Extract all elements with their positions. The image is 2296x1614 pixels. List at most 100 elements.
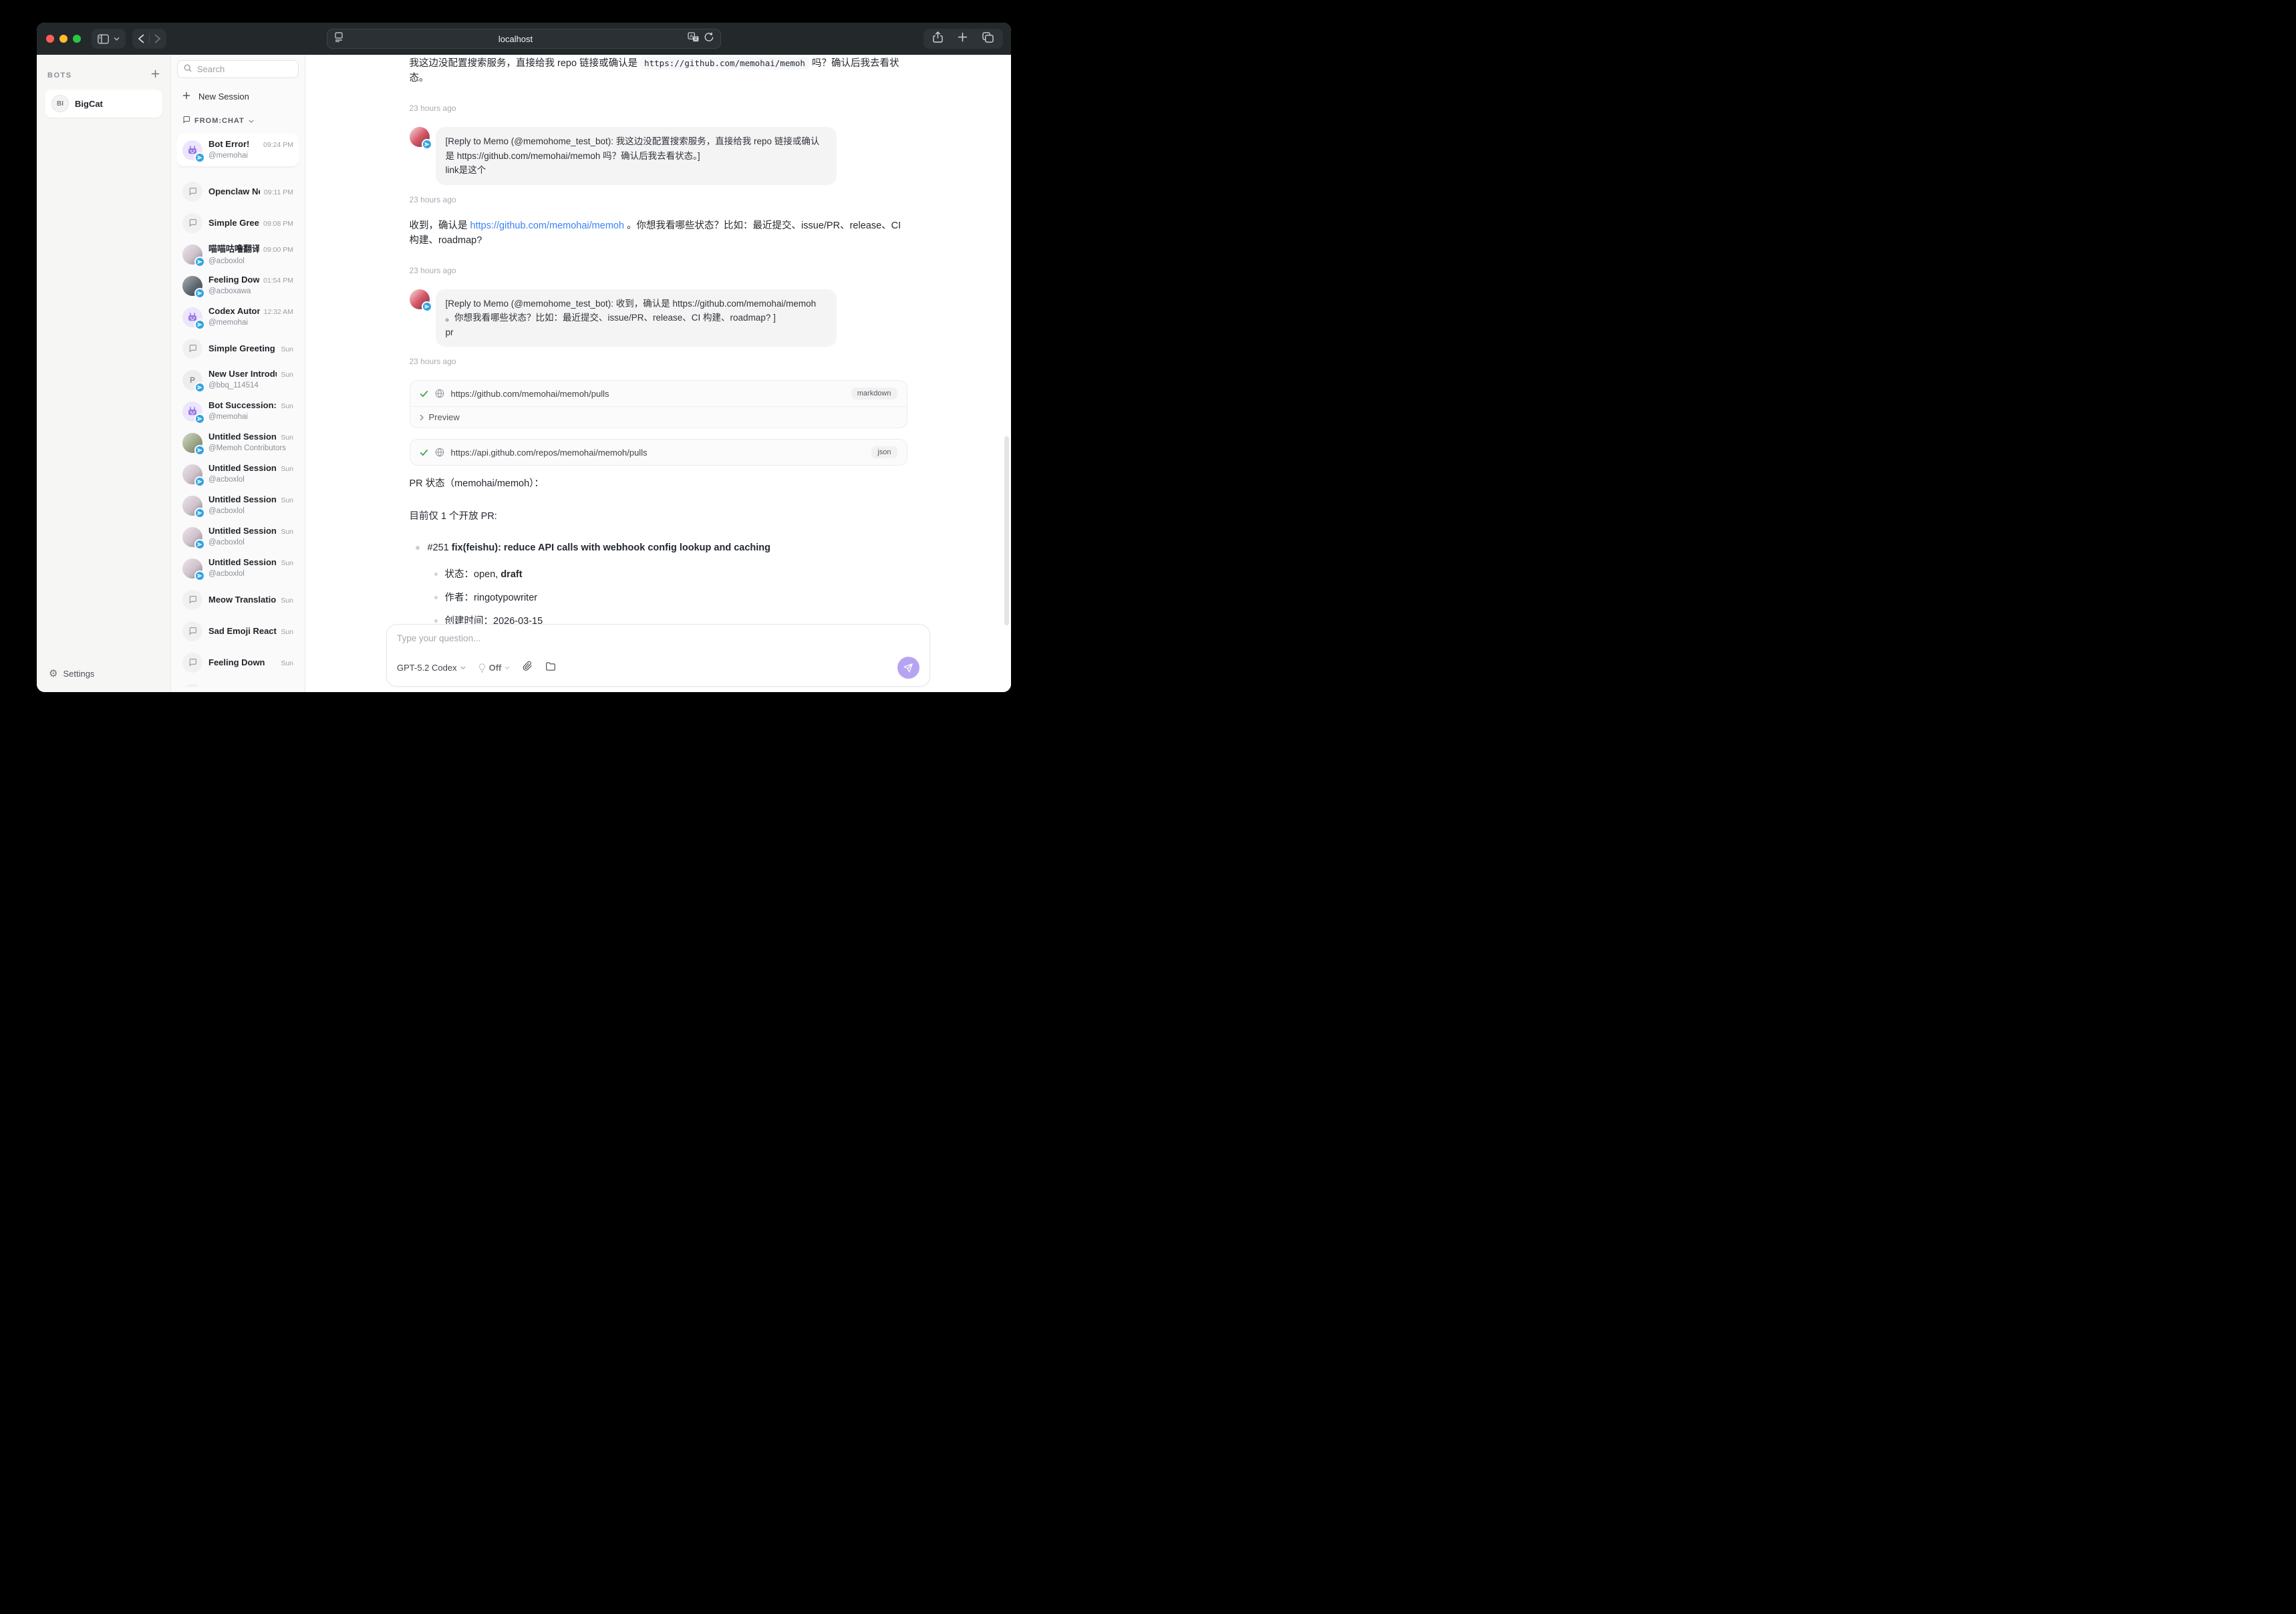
new-session-button[interactable]: New Session (177, 88, 299, 106)
session-list-item[interactable]: Untitled Session Sun @acboxlol (177, 458, 299, 490)
browse-files-button[interactable] (545, 661, 556, 675)
session-time: Sun (281, 559, 293, 567)
new-tab-icon[interactable] (958, 32, 968, 45)
telegram-badge-icon (194, 476, 205, 487)
session-list-item[interactable]: Sad Emoji Reaction Sun (177, 615, 299, 647)
sidebar-item-bigcat[interactable]: BI BigCat (45, 90, 162, 118)
session-list-item[interactable]: Bot Succession: Kitte... Sun @memohai (177, 395, 299, 427)
close-window-button[interactable] (46, 35, 54, 43)
search-icon (184, 63, 192, 75)
chat-bubble-avatar (182, 213, 202, 233)
reader-icon[interactable] (334, 32, 343, 45)
anime-avatar (182, 527, 202, 547)
session-list-item[interactable]: Simple Greeting Sun (177, 678, 299, 687)
session-list-item[interactable]: 喵喵咕噜翻译 09:00 PM @acboxlol (177, 238, 299, 270)
globe-icon (435, 448, 444, 457)
session-list-item[interactable]: P New User Introduction Sun @bbq_114514 (177, 364, 299, 395)
translate-icon[interactable]: A文 (688, 32, 699, 45)
main-scrollbar-thumb[interactable] (1004, 436, 1009, 625)
inline-link[interactable]: https://github.com/memohai/memoh (470, 220, 625, 231)
search-box[interactable] (177, 60, 299, 78)
session-title: Untitled Session (208, 557, 277, 567)
dark-avatar (182, 276, 202, 296)
bullet-icon (434, 573, 438, 576)
bot-avatar (182, 401, 202, 422)
titlebar-right-buttons (923, 29, 1003, 49)
forward-button[interactable] (154, 34, 160, 43)
session-list-item[interactable]: Untitled Session Sun @acboxlol (177, 490, 299, 521)
traffic-lights (46, 35, 81, 43)
thinking-toggle[interactable]: Off (478, 663, 511, 673)
plus-icon (182, 92, 190, 102)
session-title: Untitled Session (208, 526, 277, 536)
model-selector[interactable]: GPT-5.2 Codex (397, 663, 466, 673)
chevron-down-icon (114, 37, 120, 41)
telegram-badge-icon (194, 539, 205, 550)
session-list-item[interactable]: Simple Greeting 09:08 PM (177, 207, 299, 238)
settings-button[interactable]: ⚙ Settings (45, 666, 162, 681)
zoom-window-button[interactable] (73, 35, 81, 43)
chat-bubble-avatar (182, 590, 202, 610)
assistant-message: PR 状态（memohai/memoh）： (410, 476, 907, 491)
chat-bubble-avatar (182, 339, 202, 359)
tool-format-badge: json (871, 446, 897, 458)
session-list-item[interactable]: Codex Automatio... 12:32 AM @memohai (177, 301, 299, 333)
session-title: Bot Succession: Kitte... (208, 400, 277, 410)
chevron-right-icon (420, 414, 424, 421)
filter-label: FROM:CHAT (194, 117, 245, 125)
session-handle: @memohai (208, 413, 248, 421)
back-button[interactable] (138, 34, 144, 43)
session-handle: @acboxlol (208, 257, 245, 265)
session-filter[interactable]: FROM:CHAT (177, 115, 299, 127)
bigcat-avatar: BI (51, 95, 69, 112)
telegram-badge-icon (422, 139, 432, 150)
session-list-item[interactable]: Openclaw News A... 09:11 PM (177, 176, 299, 207)
message-timestamp: 23 hours ago (410, 195, 907, 204)
message-timestamp: 23 hours ago (410, 357, 907, 366)
check-icon (420, 448, 428, 457)
anime-avatar (182, 496, 202, 516)
user-avatar (410, 127, 430, 147)
session-list: Bot Error! 09:24 PM @memohai Openclaw Ne… (177, 134, 299, 687)
message-timestamp: 23 hours ago (410, 266, 907, 275)
message-timestamp: 23 hours ago (410, 104, 907, 113)
attach-file-button[interactable] (523, 661, 533, 675)
session-list-item[interactable]: Simple Greeting Sun (177, 333, 299, 364)
anime-avatar (182, 558, 202, 579)
session-list-item[interactable]: Untitled Session Sun @acboxlol (177, 521, 299, 552)
session-handle: @memohai (208, 319, 248, 327)
svg-text:文: 文 (694, 36, 698, 41)
sidebar-toggle-button[interactable] (92, 29, 126, 49)
list-item: #251 fix(feishu): reduce API calls with … (410, 541, 907, 556)
session-list-item[interactable]: Untitled Session Sun @Memoh Contributors (177, 427, 299, 458)
session-list-item[interactable]: Meow Translation Ple... Sun (177, 584, 299, 615)
session-handle: @acboxlol (208, 476, 245, 484)
url-text: localhost (343, 34, 688, 44)
reload-icon[interactable] (704, 32, 714, 45)
share-icon[interactable] (933, 31, 943, 46)
chat-bubble-avatar (182, 621, 202, 641)
bullet-icon (416, 546, 420, 550)
address-bar[interactable]: localhost A文 (327, 29, 721, 49)
telegram-badge-icon (194, 152, 205, 163)
session-handle: @acboxlol (208, 507, 245, 515)
session-list-item[interactable]: Bot Error! 09:24 PM @memohai (177, 134, 299, 166)
chevron-down-icon (460, 666, 466, 669)
session-time: 09:08 PM (263, 220, 293, 228)
sidebar-icon (98, 34, 109, 44)
add-bot-button[interactable] (151, 69, 160, 82)
bots-section-label: BOTS (47, 71, 72, 79)
minimize-window-button[interactable] (59, 35, 67, 43)
telegram-badge-icon (194, 414, 205, 424)
tool-preview-toggle[interactable]: Preview (410, 406, 907, 428)
session-list-item[interactable]: Feeling Down :( 01:54 PM @acboxawa (177, 270, 299, 301)
session-list-item[interactable]: Feeling Down Sun (177, 647, 299, 678)
question-input[interactable] (397, 633, 919, 657)
send-button[interactable] (897, 657, 919, 679)
session-list-item[interactable]: Untitled Session Sun @acboxlol (177, 552, 299, 584)
tab-overview-icon[interactable] (982, 32, 994, 46)
search-input[interactable] (196, 63, 292, 75)
chat-scroll-area[interactable]: 我这边没配置搜索服务，直接给我 repo 链接或确认是 https://gith… (305, 55, 1011, 624)
session-time: Sun (281, 345, 293, 353)
user-message-bubble: [Reply to Memo (@memohome_test_bot): 收到，… (436, 289, 837, 347)
